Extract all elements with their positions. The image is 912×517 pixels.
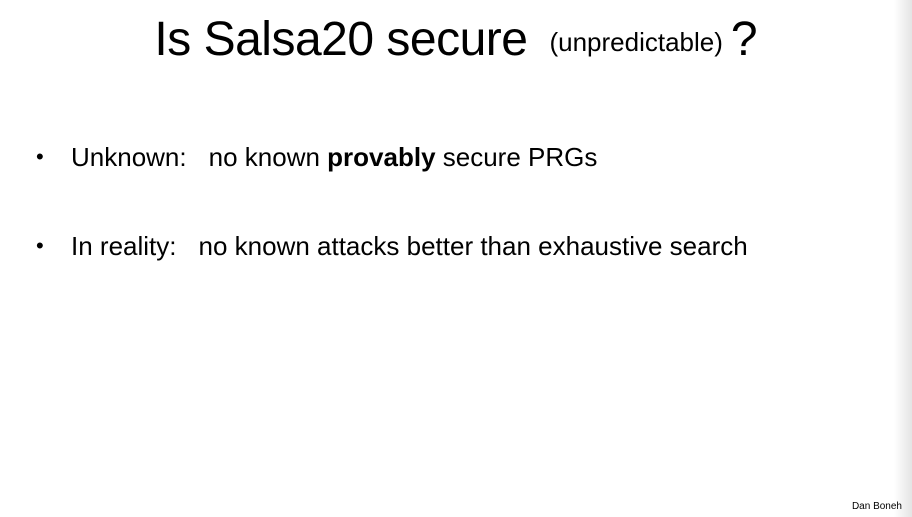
bullet-dot-icon: • — [36, 144, 44, 169]
bullet-label: In reality: — [71, 231, 177, 261]
bullet-list: • Unknown: no known provably secure PRGs … — [36, 138, 896, 265]
slide: Is Salsa20 secure (unpredictable)? • Unkn… — [0, 0, 912, 517]
title-question-mark: ? — [730, 13, 758, 66]
bullet-item-unknown: • Unknown: no known provably secure PRGs — [36, 138, 896, 176]
footer-author: Dan Boneh — [851, 501, 902, 512]
bullet-dot-icon: • — [36, 233, 44, 258]
bullet-item-in-reality: • In reality: no known attacks better tha… — [36, 227, 896, 265]
bullet-bold-text: provably — [327, 142, 436, 172]
bullet-text: In reality: no known attacks better than … — [71, 227, 748, 265]
title-main-text: Is Salsa20 secure — [154, 13, 528, 66]
slide-title: Is Salsa20 secure (unpredictable)? — [0, 8, 912, 83]
bullet-text-after: secure PRGs — [435, 142, 598, 172]
bullet-label: Unknown: — [71, 142, 187, 172]
title-subtitle-text: (unpredictable) — [549, 27, 723, 57]
bullet-text-before: no known — [208, 142, 328, 172]
bullet-body-text: no known attacks better than exhaustive … — [198, 231, 748, 261]
bullet-text: Unknown: no known provably secure PRGs — [71, 138, 597, 176]
